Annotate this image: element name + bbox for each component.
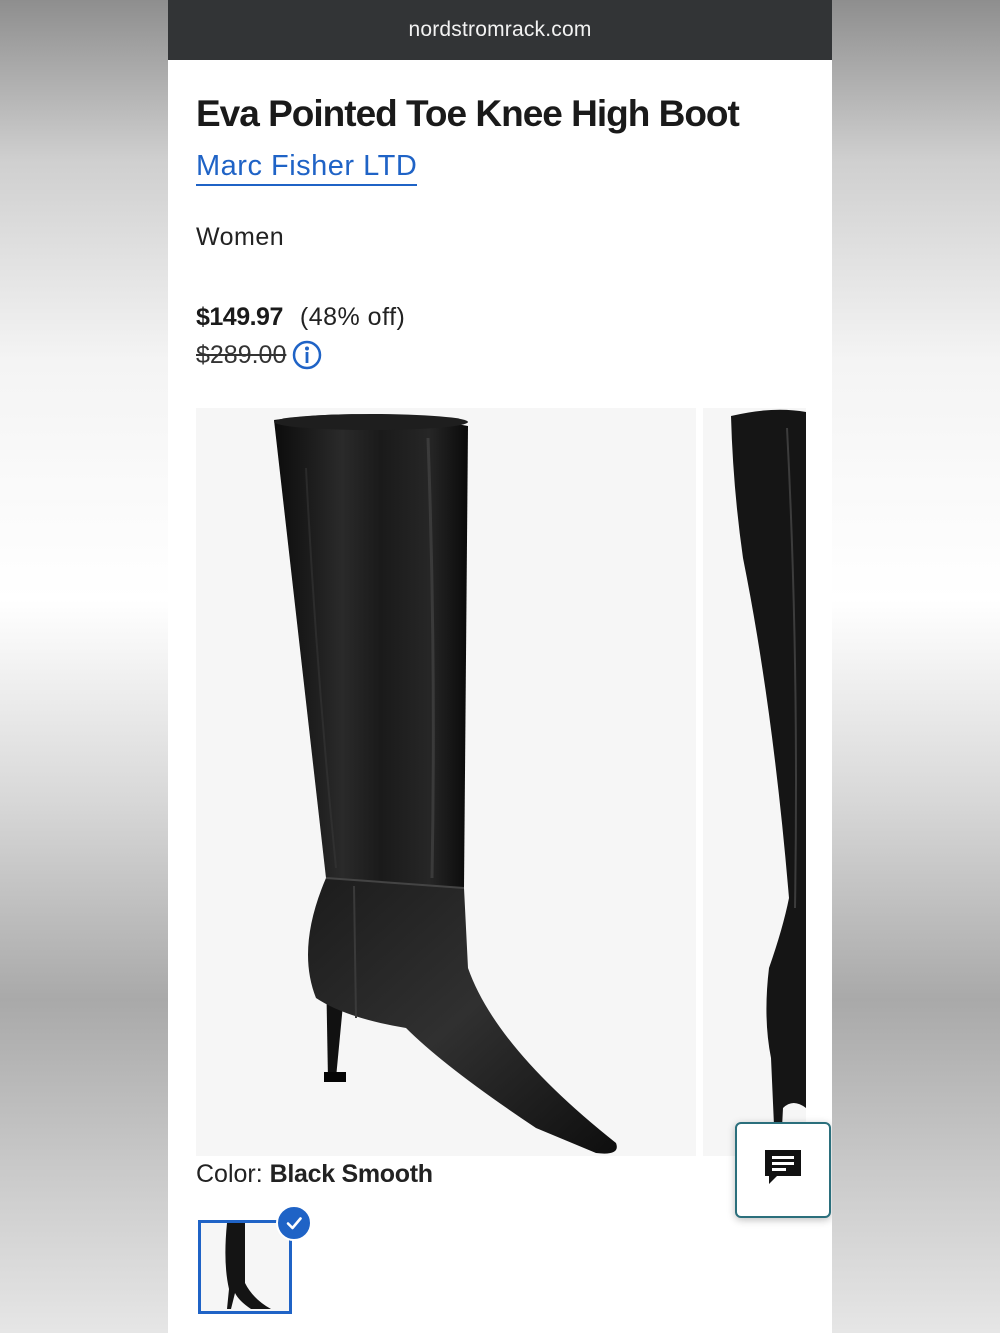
color-value: Black Smooth — [269, 1160, 433, 1188]
brand-link[interactable]: Marc Fisher LTD — [196, 150, 418, 186]
price-row: $149.97 (48% off) — [196, 303, 405, 332]
chat-button[interactable] — [735, 1122, 831, 1218]
original-price: $289.00 — [196, 340, 287, 369]
department-label: Women — [196, 223, 285, 251]
original-price-row: $289.00 — [196, 340, 322, 370]
product-image-carousel[interactable] — [196, 408, 806, 1156]
product-title: Eva Pointed Toe Knee High Boot — [196, 93, 740, 134]
checkmark-icon — [276, 1205, 312, 1241]
product-image-next[interactable] — [703, 408, 806, 1156]
chat-bubble-icon — [761, 1146, 805, 1195]
mobile-browser-viewport: nordstromrack.com Eva Pointed Toe Knee H… — [168, 0, 832, 1333]
product-image-main[interactable] — [196, 408, 696, 1156]
color-label: Color: Black Smooth — [196, 1160, 433, 1189]
color-swatch-black-smooth[interactable] — [198, 1220, 292, 1314]
address-bar-url: nordstromrack.com — [408, 18, 592, 41]
info-circle-icon[interactable] — [292, 340, 322, 370]
sale-price: $149.97 — [196, 303, 283, 331]
address-bar[interactable]: nordstromrack.com — [168, 0, 832, 60]
color-label-prefix: Color: — [196, 1160, 263, 1188]
discount-percent: (48% off) — [299, 303, 406, 331]
